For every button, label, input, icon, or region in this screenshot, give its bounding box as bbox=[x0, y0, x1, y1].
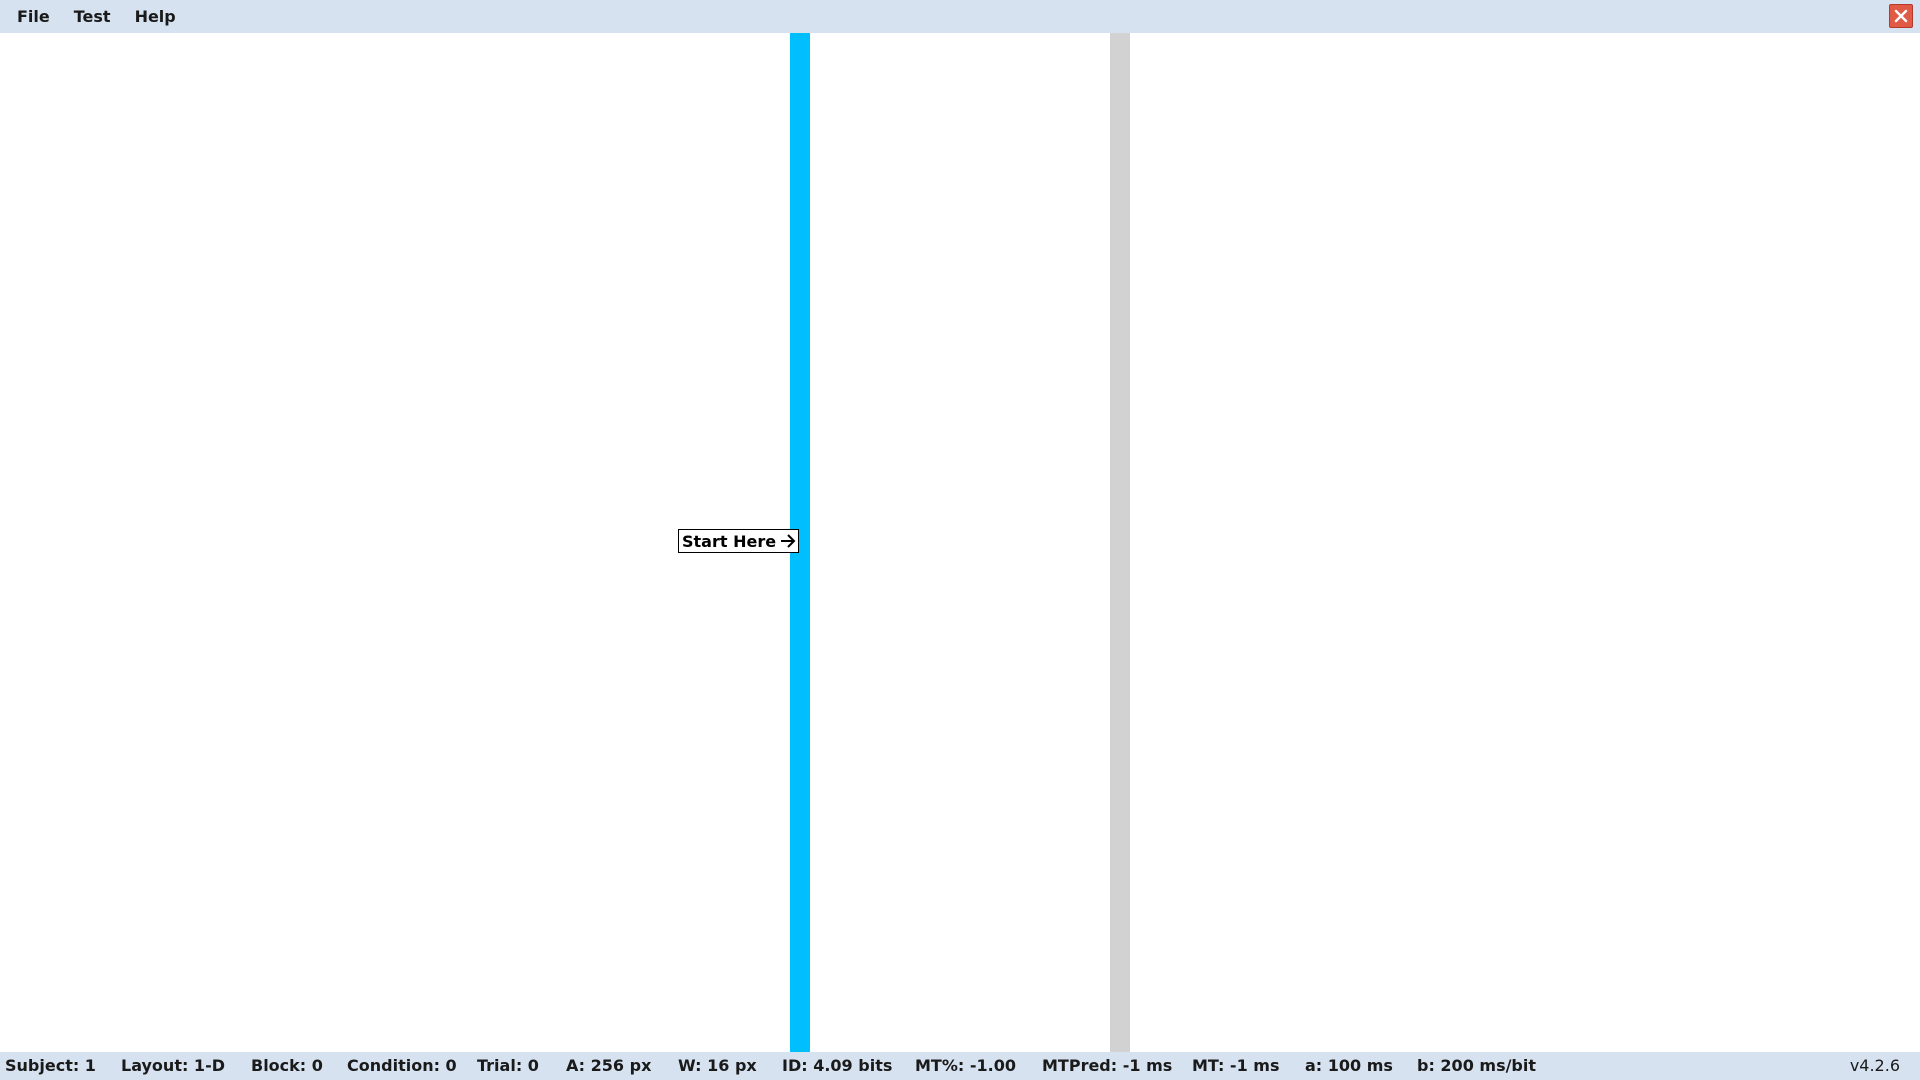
status-amplitude: A: 256 px bbox=[566, 1056, 652, 1075]
status-mt-percent: MT%: -1.00 bbox=[915, 1056, 1016, 1075]
status-trial: Trial: 0 bbox=[477, 1056, 539, 1075]
status-a: a: 100 ms bbox=[1305, 1056, 1393, 1075]
close-icon bbox=[1894, 9, 1908, 23]
version-label: v4.2.6 bbox=[1849, 1056, 1900, 1075]
arrow-right-icon bbox=[780, 534, 796, 548]
start-here-label: Start Here bbox=[682, 531, 777, 551]
status-mt-pred: MTPred: -1 ms bbox=[1042, 1056, 1173, 1075]
close-button[interactable] bbox=[1889, 4, 1913, 28]
menu-file[interactable]: File bbox=[0, 0, 62, 33]
status-condition: Condition: 0 bbox=[347, 1056, 457, 1075]
status-block: Block: 0 bbox=[251, 1056, 323, 1075]
status-layout: Layout: 1-D bbox=[121, 1056, 225, 1075]
inactive-target-bar bbox=[1110, 33, 1130, 1052]
status-bar: Subject: 1 Layout: 1-D Block: 0 Conditio… bbox=[0, 1052, 1920, 1080]
test-canvas[interactable]: Start Here bbox=[0, 33, 1920, 1052]
status-subject: Subject: 1 bbox=[5, 1056, 96, 1075]
status-mt: MT: -1 ms bbox=[1192, 1056, 1280, 1075]
status-id: ID: 4.09 bits bbox=[782, 1056, 893, 1075]
start-here-button[interactable]: Start Here bbox=[678, 529, 800, 553]
menu-help[interactable]: Help bbox=[123, 0, 188, 33]
status-b: b: 200 ms/bit bbox=[1417, 1056, 1537, 1075]
menu-test[interactable]: Test bbox=[62, 0, 123, 33]
menu-bar: File Test Help bbox=[0, 0, 1920, 33]
status-width: W: 16 px bbox=[678, 1056, 757, 1075]
